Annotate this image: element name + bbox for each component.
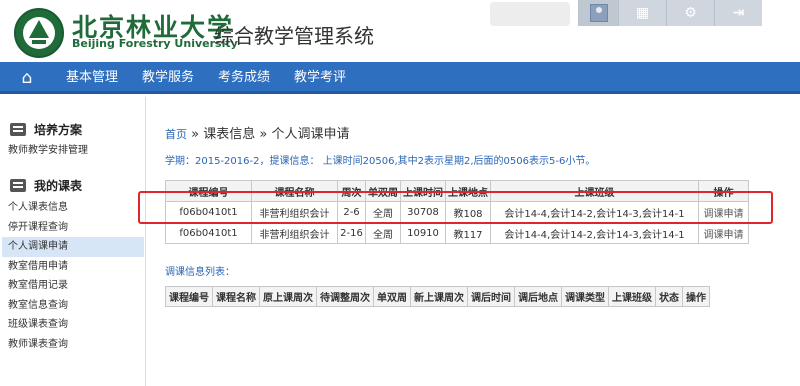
cell-time: 30708 — [400, 201, 446, 223]
school-name-en: Beijing Forestry University — [72, 37, 238, 50]
term-info-text: 学期：2015-2016-2，提课信息： 上课时间20506,其中2表示星期2,… — [165, 156, 596, 167]
cell-weeks: 2-6 — [337, 201, 366, 223]
cell-classes: 会计14-4,会计14-2,会计14-3,会计14-1 — [490, 222, 699, 244]
column-header: 单双周 — [373, 286, 411, 307]
column-header: 上课班级 — [490, 180, 699, 202]
cell-location: 教108 — [445, 201, 491, 223]
column-header: 调后地点 — [514, 286, 562, 307]
main-content: 首页 » 课表信息 » 个人调课申请 学期：2015-2016-2，提课信息： … — [148, 97, 800, 386]
sidebar-group-label: 培养方案 — [34, 123, 83, 137]
breadcrumb-separator: » — [191, 127, 200, 142]
adjust-list-table: 课程编号 课程名称 原上课周次 待调整周次 单双周 新上课周次 调后时间 调后地… — [165, 286, 710, 307]
sidebar: 培养方案 教师教学安排管理 我的课表 个人课表信息 停开课程查询 个人调课申请 … — [0, 97, 146, 386]
sidebar-item-teacher-arrangement[interactable]: 教师教学安排管理 — [2, 141, 144, 161]
sidebar-group-my-schedule[interactable]: 我的课表 — [0, 173, 146, 199]
sidebar-group-label: 我的课表 — [34, 179, 83, 193]
adjust-list-title: 调课信息列表： — [165, 267, 235, 278]
apps-grid-icon: ▦ — [635, 5, 650, 21]
sidebar-item-teacher-schedule[interactable]: 教师课表查询 — [2, 335, 144, 355]
nav-item-teaching-service[interactable]: 教学服务 — [142, 62, 194, 94]
adjust-request-link[interactable]: 调课申请 — [698, 222, 749, 244]
cell-course-name: 非营利组织会计 — [251, 201, 338, 223]
top-toolbar: ▦ ⚙ ⇥ — [578, 0, 762, 26]
column-header: 待调整周次 — [316, 286, 374, 307]
column-header: 上课时间 — [400, 180, 446, 202]
sidebar-group-training-plan[interactable]: 培养方案 — [0, 117, 146, 143]
breadcrumb-separator: » — [259, 127, 268, 142]
column-header: 调后时间 — [467, 286, 515, 307]
table-row: f06b0410t1 非营利组织会计 2-6 全周 30708 教108 会计1… — [165, 201, 749, 223]
cell-weeks: 2-16 — [337, 222, 366, 244]
column-header: 课程名称 — [212, 286, 260, 307]
cell-course-name: 非营利组织会计 — [251, 222, 338, 244]
list-icon — [10, 123, 26, 136]
cell-classes: 会计14-4,会计14-2,会计14-3,会计14-1 — [490, 201, 699, 223]
cell-course-code: f06b0410t1 — [165, 201, 252, 223]
adjust-request-link[interactable]: 调课申请 — [698, 201, 749, 223]
sidebar-item-room-borrow-records[interactable]: 教室借用记录 — [2, 276, 144, 296]
cell-week-type: 全周 — [365, 222, 401, 244]
settings-gear-icon: ⚙ — [684, 5, 697, 21]
column-header: 新上课周次 — [410, 286, 468, 307]
column-header: 状态 — [655, 286, 683, 307]
column-header: 操作 — [698, 180, 749, 202]
user-avatar-icon — [589, 4, 608, 22]
column-header: 单双周 — [365, 180, 401, 202]
sidebar-item-personal-schedule[interactable]: 个人课表信息 — [2, 198, 144, 218]
main-nav: ⌂ 基本管理 教学服务 考务成绩 教学考评 — [0, 62, 800, 94]
column-header: 周次 — [337, 180, 366, 202]
university-logo — [14, 8, 64, 58]
page-title: 个人调课申请 — [271, 127, 350, 142]
cell-location: 教117 — [445, 222, 491, 244]
settings-button[interactable]: ⚙ — [666, 0, 714, 26]
column-header: 操作 — [682, 286, 710, 307]
column-header: 课程编号 — [165, 180, 252, 202]
logout-icon: ⇥ — [732, 5, 745, 21]
cell-time: 10910 — [400, 222, 446, 244]
list-icon — [10, 179, 26, 192]
cell-week-type: 全周 — [365, 201, 401, 223]
cell-course-code: f06b0410t1 — [165, 222, 252, 244]
header: 北京林业大学 Beijing Forestry University 综合教学管… — [0, 0, 800, 62]
table-row: f06b0410t1 非营利组织会计 2-16 全周 10910 教117 会计… — [165, 222, 749, 244]
breadcrumb-home-link[interactable]: 首页 — [165, 128, 187, 141]
apps-grid-button[interactable]: ▦ — [618, 0, 666, 26]
column-header: 调课类型 — [561, 286, 609, 307]
blurred-username — [490, 2, 570, 26]
breadcrumb: 首页 » 课表信息 » 个人调课申请 — [165, 123, 350, 142]
system-title: 综合教学管理系统 — [214, 24, 374, 48]
sidebar-item-adjust-request[interactable]: 个人调课申请 — [2, 237, 144, 257]
adjust-table-header: 课程编号 课程名称 原上课周次 待调整周次 单双周 新上课周次 调后时间 调后地… — [165, 286, 710, 307]
column-header: 原上课周次 — [259, 286, 317, 307]
logout-button[interactable]: ⇥ — [714, 0, 762, 26]
sidebar-item-room-info[interactable]: 教室信息查询 — [2, 296, 144, 316]
sidebar-item-room-borrow-request[interactable]: 教室借用申请 — [2, 257, 144, 277]
sidebar-item-suspended-courses[interactable]: 停开课程查询 — [2, 218, 144, 238]
column-header: 上课地点 — [445, 180, 491, 202]
nav-item-teaching-evaluation[interactable]: 教学考评 — [294, 62, 346, 94]
nav-item-basic-management[interactable]: 基本管理 — [66, 62, 118, 94]
course-table: 课程编号 课程名称 周次 单双周 上课时间 上课地点 上课班级 操作 f06b0… — [165, 180, 749, 244]
column-header: 课程名称 — [251, 180, 338, 202]
course-table-header: 课程编号 课程名称 周次 单双周 上课时间 上课地点 上课班级 操作 — [165, 180, 749, 202]
home-icon[interactable]: ⌂ — [10, 62, 44, 94]
sidebar-item-class-schedule[interactable]: 班级课表查询 — [2, 315, 144, 335]
column-header: 课程编号 — [165, 286, 213, 307]
user-avatar-button[interactable] — [578, 0, 618, 26]
nav-item-exam-scores[interactable]: 考务成绩 — [218, 62, 270, 94]
breadcrumb-schedule-info[interactable]: 课表信息 — [203, 127, 255, 142]
column-header: 上课班级 — [608, 286, 656, 307]
